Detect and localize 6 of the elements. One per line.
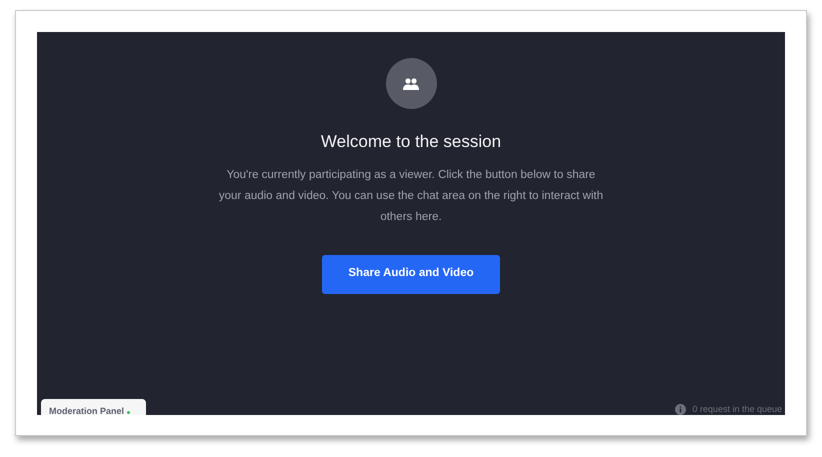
- queue-status: 0 request in the queue: [692, 404, 782, 414]
- moderation-panel-tab[interactable]: Moderation Panel: [41, 399, 146, 415]
- welcome-title: Welcome to the session: [320, 131, 502, 153]
- people-icon: [403, 78, 419, 90]
- welcome-message: You're currently participating as a viewer. Click the button below to share your audio and video. You can use the chat area on the right to interact with others here.: [218, 168, 604, 224]
- share-audio-video-button[interactable]: Share Audio and Video: [322, 254, 500, 294]
